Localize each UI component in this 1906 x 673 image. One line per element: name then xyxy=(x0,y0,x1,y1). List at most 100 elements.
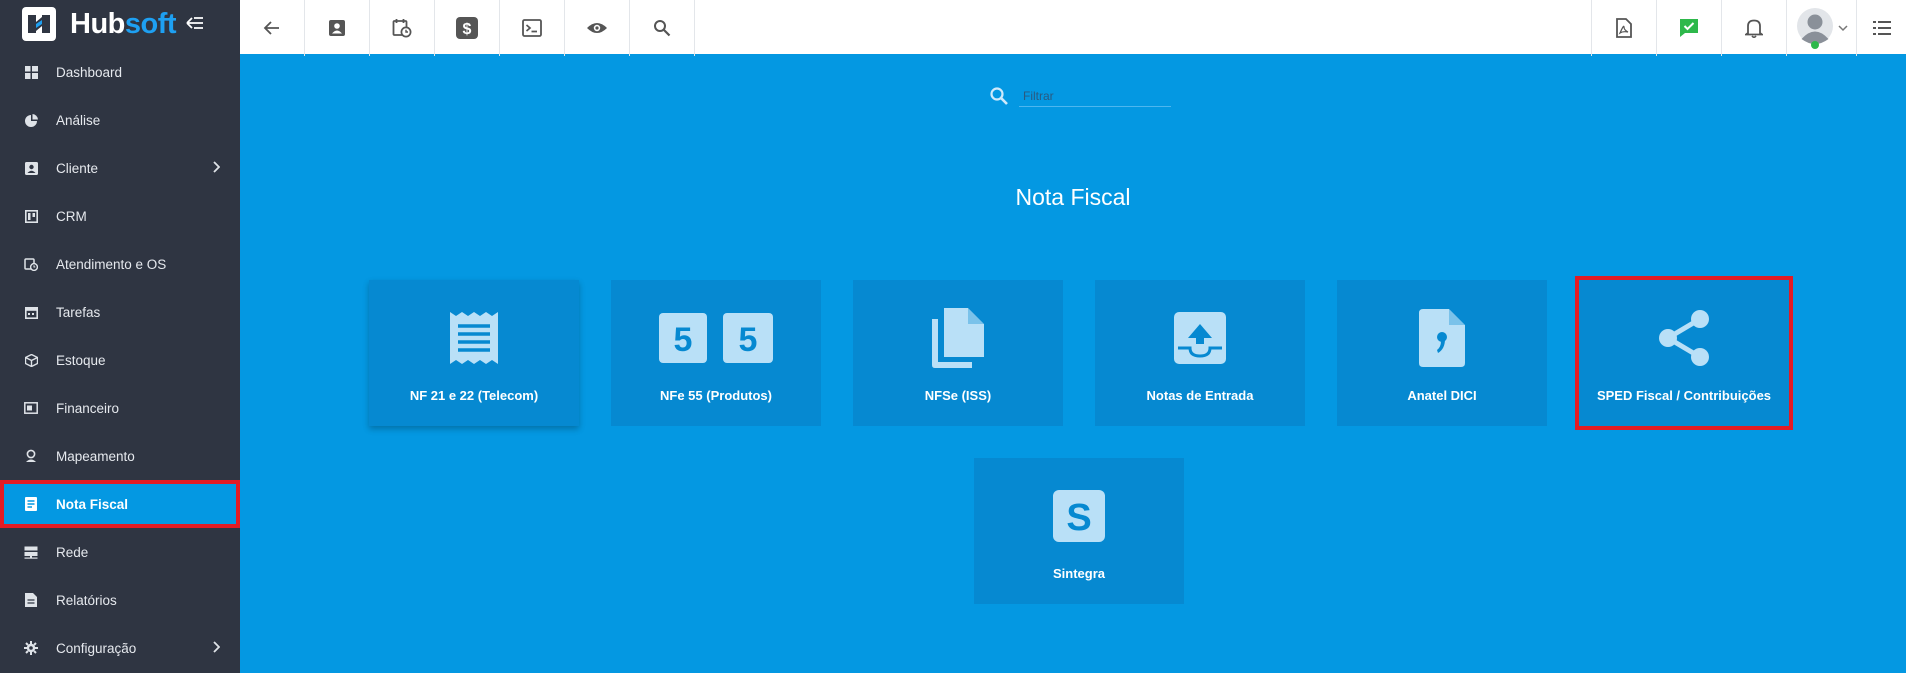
sidebar-item-nota-fiscal[interactable]: Nota Fiscal xyxy=(0,480,240,528)
number-55-icon: 55 xyxy=(611,308,821,368)
sidebar-nav: Dashboard Análise Cliente CRM Atendiment… xyxy=(0,48,240,672)
svg-text:S: S xyxy=(1066,497,1091,539)
sidebar-item-label: Cliente xyxy=(56,160,99,176)
pdf-button[interactable] xyxy=(1591,0,1656,56)
eye-icon xyxy=(587,23,607,33)
sidebar-item-label: Estoque xyxy=(56,352,106,368)
svg-text:5: 5 xyxy=(674,321,693,359)
svg-text:5: 5 xyxy=(739,321,758,359)
avatar xyxy=(1796,8,1833,49)
sidebar-item-label: Financeiro xyxy=(56,400,120,416)
menu-list-icon xyxy=(1872,21,1891,35)
page-title: Nota Fiscal xyxy=(1015,184,1131,210)
brand-name: Hubsoft xyxy=(70,7,177,41)
financial-shortcut-button[interactable]: $ xyxy=(435,0,500,56)
toolbar-right-group xyxy=(1591,0,1906,56)
back-arrow-icon xyxy=(263,21,279,35)
messages-button[interactable] xyxy=(1656,0,1721,56)
clients-shortcut-button[interactable] xyxy=(305,0,370,56)
card-sped-fiscal-contribuicoes[interactable]: SPED Fiscal / Contribuições xyxy=(1575,276,1793,430)
top-toolbar: $ xyxy=(240,0,1906,56)
pdf-icon xyxy=(1616,18,1632,38)
card-label: NFSe (ISS) xyxy=(924,388,992,403)
chevron-right-icon xyxy=(212,161,221,176)
svg-text:$: $ xyxy=(463,21,472,38)
card-nfe-55-produtos[interactable]: 55 NFe 55 (Produtos) xyxy=(611,280,821,426)
sidebar-item-label: Rede xyxy=(56,544,89,560)
terminal-icon xyxy=(522,19,542,37)
sidebar-item-crm[interactable]: CRM xyxy=(0,192,240,240)
calendar-clock-icon xyxy=(24,257,38,271)
filter-input[interactable] xyxy=(1019,85,1171,107)
calendar-clock-icon xyxy=(392,19,412,38)
gear-icon xyxy=(24,641,38,655)
sidebar-item-label: Mapeamento xyxy=(56,448,135,464)
sidebar-item-label: Relatórios xyxy=(56,592,117,608)
chevron-down-icon xyxy=(1837,25,1848,32)
search-icon xyxy=(990,87,1008,105)
service-orders-shortcut-button[interactable] xyxy=(370,0,435,56)
card-notas-de-entrada[interactable]: Notas de Entrada xyxy=(1095,280,1305,426)
search-icon xyxy=(654,20,671,37)
sidebar-item-label: CRM xyxy=(56,208,87,224)
dashboard-icon xyxy=(24,65,38,79)
card-label: Notas de Entrada xyxy=(1146,388,1254,403)
document-icon xyxy=(24,497,38,511)
bell-icon xyxy=(1745,19,1763,38)
sidebar-item-label: Configuração xyxy=(56,640,137,656)
pie-chart-icon xyxy=(24,113,38,127)
hubsoft-logo-icon xyxy=(22,7,56,41)
card-nfse-iss[interactable]: NFSe (ISS) xyxy=(853,280,1063,426)
chat-check-icon xyxy=(1680,19,1698,37)
box-icon xyxy=(24,353,38,367)
calendar-icon xyxy=(24,305,38,319)
collapse-sidebar-icon[interactable] xyxy=(186,13,204,36)
card-label: Sintegra xyxy=(1052,566,1105,581)
card-label: NF 21 e 22 (Telecom) xyxy=(409,388,539,403)
sidebar-item-atendimento[interactable]: Atendimento e OS xyxy=(0,240,240,288)
receipt-icon xyxy=(369,308,579,368)
user-menu-button[interactable] xyxy=(1786,0,1856,56)
card-label: Anatel DICI xyxy=(1407,388,1477,403)
logo-bar: Hubsoft xyxy=(0,0,240,48)
menu-list-button[interactable] xyxy=(1856,0,1906,56)
sidebar-item-analise[interactable]: Análise xyxy=(0,96,240,144)
sidebar-item-tarefas[interactable]: Tarefas xyxy=(0,288,240,336)
contact-card-icon xyxy=(24,161,38,175)
sidebar-item-configuracao[interactable]: Configuração xyxy=(0,624,240,672)
share-icon xyxy=(1579,308,1789,368)
sidebar: Hubsoft Dashboard Análise Cliente CRM At… xyxy=(0,0,240,673)
card-label: SPED Fiscal / Contribuições xyxy=(1596,388,1772,403)
inbox-upload-icon xyxy=(1095,308,1305,368)
sidebar-item-label: Atendimento e OS xyxy=(56,256,167,272)
search-shortcut-button[interactable] xyxy=(630,0,695,56)
filter-search xyxy=(989,85,1171,107)
map-pin-icon xyxy=(24,449,38,463)
terminal-shortcut-button[interactable] xyxy=(500,0,565,56)
card-label: NFe 55 (Produtos) xyxy=(660,388,772,403)
documents-icon xyxy=(853,308,1063,368)
sidebar-item-cliente[interactable]: Cliente xyxy=(0,144,240,192)
sidebar-item-label: Nota Fiscal xyxy=(56,496,129,512)
view-shortcut-button[interactable] xyxy=(565,0,630,56)
sidebar-item-relatorios[interactable]: Relatórios xyxy=(0,576,240,624)
notifications-button[interactable] xyxy=(1721,0,1786,56)
card-sintegra[interactable]: S Sintegra xyxy=(974,458,1184,604)
server-icon xyxy=(24,545,38,559)
card-anatel-dici[interactable]: Anatel DICI xyxy=(1337,280,1547,426)
brand-name-part2: soft xyxy=(124,7,177,40)
card-nf-21-22-telecom[interactable]: NF 21 e 22 (Telecom) xyxy=(369,280,579,426)
sidebar-item-estoque[interactable]: Estoque xyxy=(0,336,240,384)
sidebar-item-label: Tarefas xyxy=(56,304,101,320)
back-button[interactable] xyxy=(240,0,305,56)
sidebar-item-dashboard[interactable]: Dashboard xyxy=(0,48,240,96)
money-icon xyxy=(24,401,38,415)
sidebar-item-financeiro[interactable]: Financeiro xyxy=(0,384,240,432)
sidebar-item-rede[interactable]: Rede xyxy=(0,528,240,576)
chevron-right-icon xyxy=(212,641,221,656)
board-icon xyxy=(24,209,38,223)
letter-s-icon: S xyxy=(974,486,1184,546)
sidebar-item-label: Análise xyxy=(56,112,101,128)
sidebar-item-mapeamento[interactable]: Mapeamento xyxy=(0,432,240,480)
